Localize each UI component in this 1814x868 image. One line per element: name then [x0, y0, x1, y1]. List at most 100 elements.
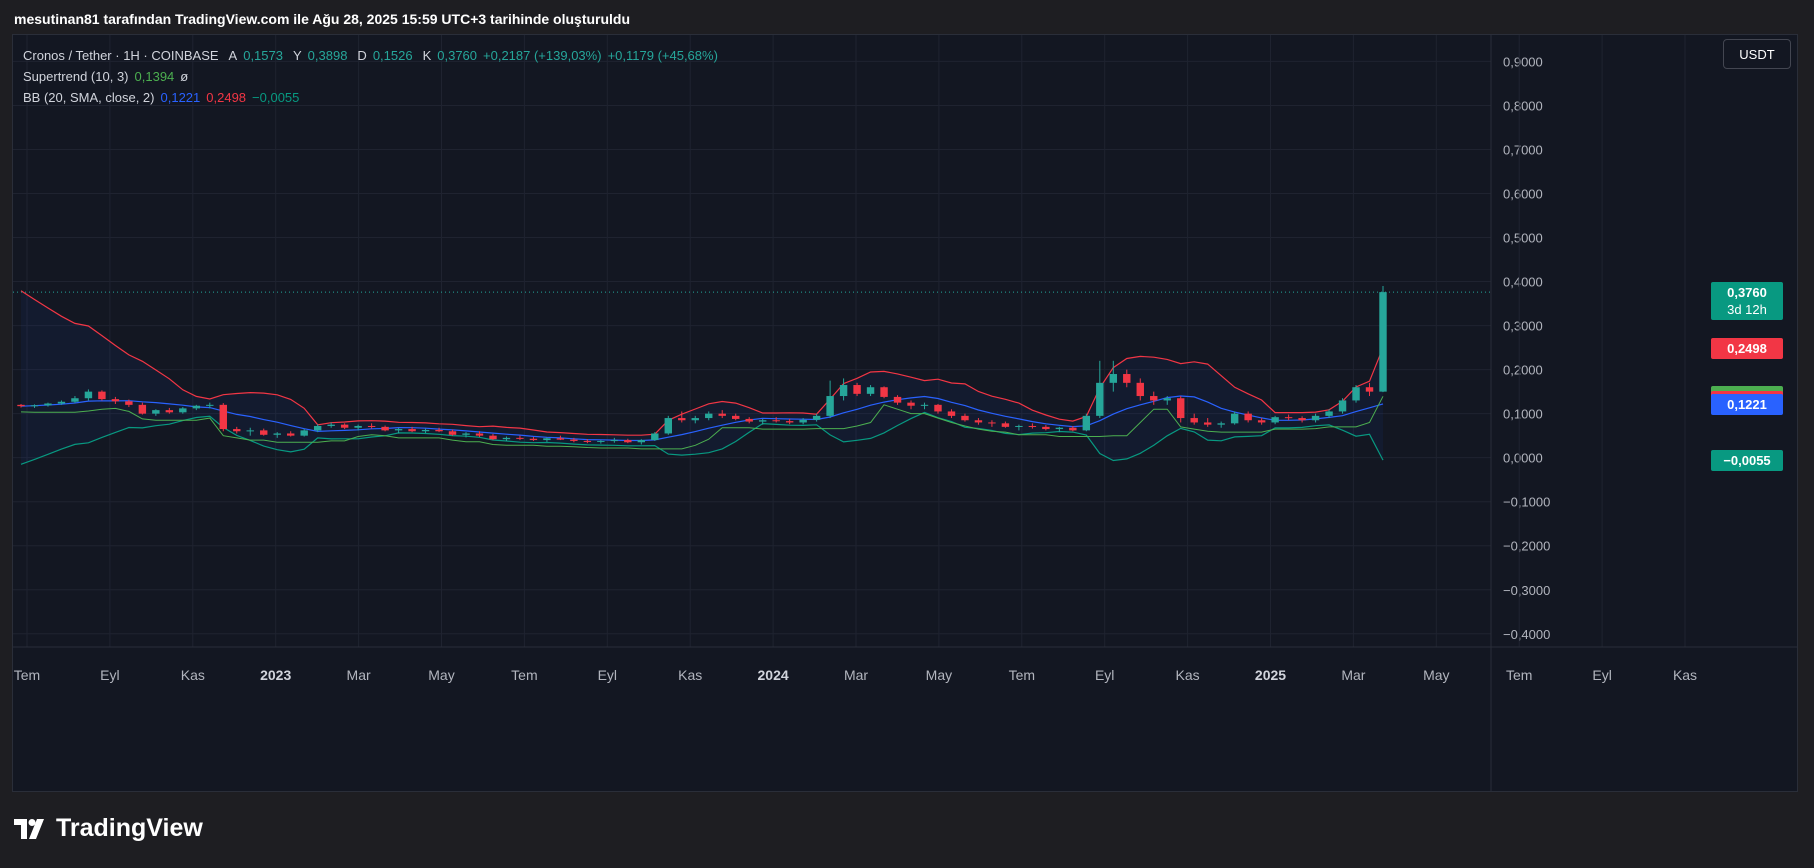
candle-body — [475, 433, 484, 436]
candle-body — [1244, 413, 1252, 421]
symbol-label[interactable]: Cronos / Tether · 1H · COINBASE — [23, 45, 219, 66]
candle-body — [610, 440, 619, 442]
candle-body — [745, 418, 753, 422]
supertrend-row[interactable]: Supertrend (10, 3) 0,1394 ø — [23, 66, 718, 87]
change-value: +0,2187 (+139,03%) — [483, 48, 602, 63]
symbol-row[interactable]: Cronos / Tether · 1H · COINBASE A 0,1573 … — [23, 45, 718, 66]
candle-body — [462, 433, 470, 435]
candle-body — [1150, 396, 1158, 401]
candle-body — [570, 439, 578, 441]
price-chart[interactable]: 0,9000 0,8000 0,7000 0,6000 0,5000 0,4000 0,30… — [13, 35, 1798, 792]
candle-body — [489, 435, 497, 440]
currency-button[interactable]: USDT — [1723, 39, 1791, 69]
y-tick-label: −0,1000 — [1503, 495, 1550, 510]
candle-body — [1352, 387, 1360, 401]
candle-body — [340, 424, 349, 428]
candle-body — [826, 396, 834, 416]
x-tick-label: Tem — [14, 667, 40, 683]
candle-body — [273, 433, 281, 435]
candle-body — [192, 405, 201, 409]
candle-body — [691, 418, 699, 421]
candle-body — [732, 415, 740, 419]
candle-body — [1257, 420, 1266, 423]
supertrend-label[interactable]: Supertrend (10, 3) — [23, 66, 129, 87]
candle-body — [597, 440, 605, 442]
chart-caption: mesutinan81 tarafından TradingView.com i… — [14, 11, 631, 27]
candle-body — [1298, 418, 1306, 421]
candle-body — [354, 425, 362, 428]
candle-body — [435, 429, 443, 432]
x-tick-label: Eyl — [1592, 667, 1611, 683]
candle-body — [1365, 387, 1374, 392]
tradingview-logo-icon — [14, 818, 44, 839]
x-tick-label: Eyl — [1095, 667, 1114, 683]
candle-body — [1096, 382, 1104, 416]
candle-body — [367, 425, 376, 427]
candle-body — [772, 420, 780, 422]
x-tick-label: 2023 — [260, 667, 291, 683]
change-value-2: +0,1179 (+45,68%) — [607, 48, 718, 63]
y-tick-label: 0,7000 — [1503, 142, 1543, 157]
brand-logo[interactable]: TradingView — [14, 814, 203, 843]
candle-body — [165, 410, 174, 413]
candle-body — [313, 425, 322, 431]
x-tick-label: Eyl — [100, 667, 119, 683]
candle-body — [988, 422, 996, 424]
candle-body — [111, 399, 120, 402]
candle-body — [866, 387, 875, 394]
x-tick-label: Kas — [678, 667, 702, 683]
candle-body — [286, 433, 295, 436]
bb-upper-value: 0,2498 — [206, 90, 247, 105]
candle-body — [98, 391, 106, 400]
candle-body — [812, 415, 821, 420]
y-tick-label: −0,3000 — [1503, 583, 1550, 598]
candle-body — [219, 404, 227, 430]
candle-body — [1203, 422, 1212, 425]
x-tick-label: May — [1423, 667, 1449, 683]
supertrend-value: 0,1394 — [134, 69, 175, 84]
candle-body — [529, 438, 538, 441]
candle-body — [206, 404, 214, 406]
candle-body — [1163, 398, 1171, 401]
ohlc-high-key: Y — [292, 48, 302, 63]
ohlc-low-key: D — [357, 48, 367, 63]
candle-body — [1001, 423, 1010, 427]
price-tag-value: 0,1221 — [1727, 396, 1767, 412]
candle-body — [179, 408, 187, 413]
y-tick-label: 0,8000 — [1503, 98, 1543, 113]
candle-body — [947, 411, 956, 416]
chart-panel[interactable]: 0,9000 0,8000 0,7000 0,6000 0,5000 0,4000 0,30… — [12, 34, 1798, 792]
x-tick-label: Eyl — [598, 667, 617, 683]
candle-body — [381, 426, 389, 431]
candle-body — [1311, 415, 1320, 421]
candle-body — [718, 413, 726, 416]
candle-body — [961, 415, 969, 421]
x-tick-label: Kas — [1176, 667, 1200, 683]
x-tick-label: May — [926, 667, 952, 683]
candle-body — [1082, 415, 1091, 431]
y-tick-label: 0,3000 — [1503, 319, 1543, 334]
x-tick-label: Kas — [1673, 667, 1697, 683]
candle-body — [1338, 400, 1347, 412]
candle-body — [1042, 426, 1050, 430]
candle-body — [125, 401, 133, 405]
price-tag-value: 0,3760 — [1727, 285, 1767, 301]
bb-label[interactable]: BB (20, SMA, close, 2) — [23, 87, 155, 108]
bb-row[interactable]: BB (20, SMA, close, 2) 0,1221 0,2498 −0,… — [23, 87, 718, 108]
candle-body — [543, 438, 551, 441]
y-tick-label: 0,2000 — [1503, 363, 1543, 378]
candle-body — [678, 418, 686, 421]
x-tick-label: 2024 — [758, 667, 789, 683]
candle-body — [974, 420, 983, 423]
candle-body — [1217, 423, 1225, 425]
candle-body — [853, 385, 861, 394]
y-tick-label: 0,6000 — [1503, 187, 1543, 202]
candle-body — [705, 413, 713, 419]
candle-body — [1284, 417, 1293, 419]
y-tick-label: 0,1000 — [1503, 407, 1543, 422]
candle-body — [327, 424, 335, 426]
candle-body — [84, 391, 93, 399]
x-tick-label: May — [428, 667, 454, 683]
candle-body — [1055, 427, 1064, 430]
chart-legend: Cronos / Tether · 1H · COINBASE A 0,1573 … — [23, 45, 718, 108]
